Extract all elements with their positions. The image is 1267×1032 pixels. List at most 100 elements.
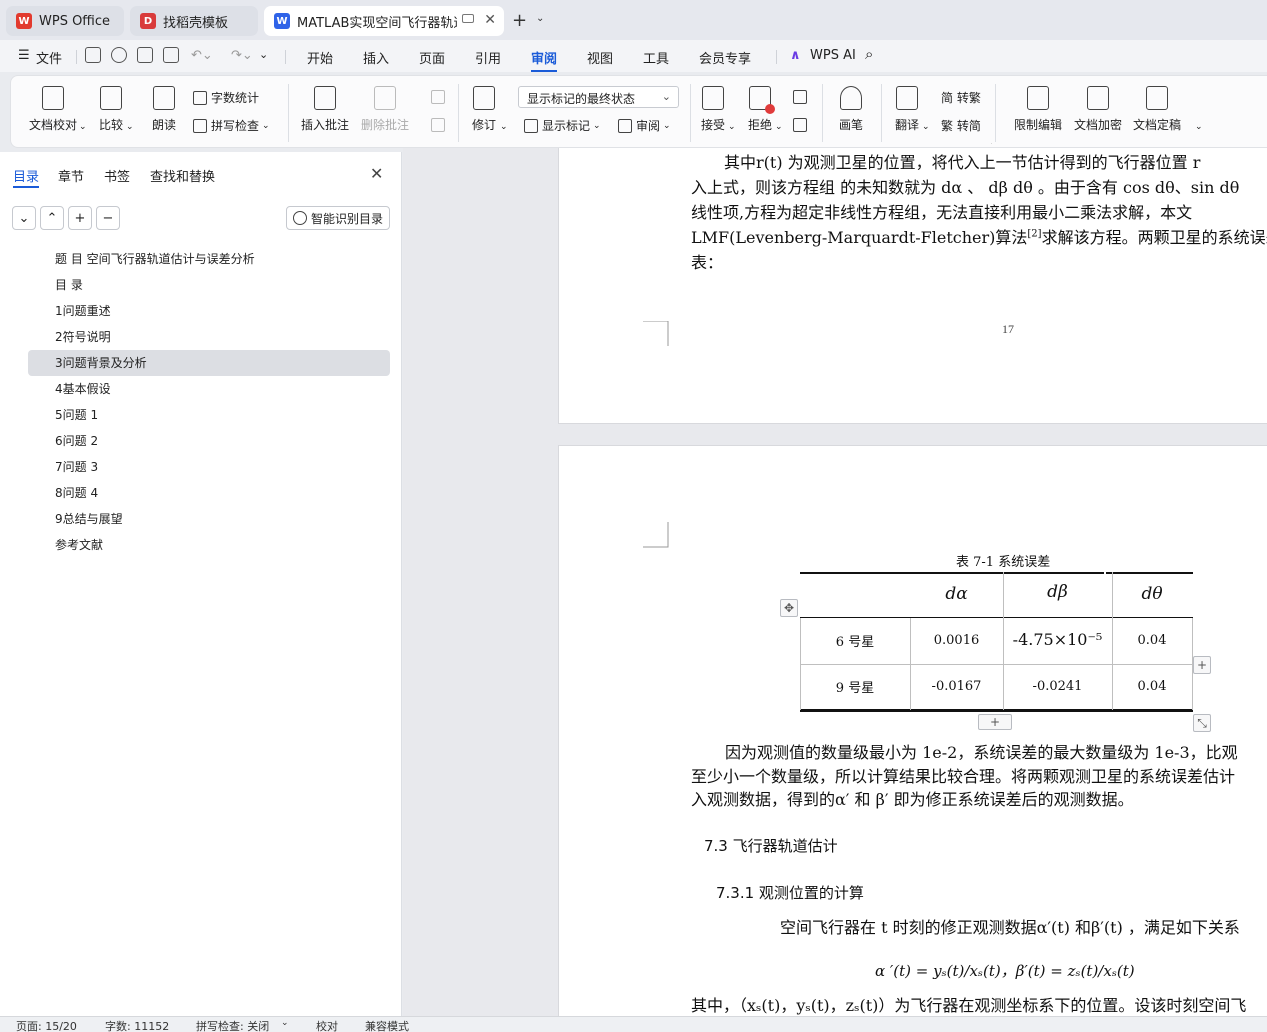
next-comment-icon[interactable] xyxy=(431,118,445,132)
table-cell: 0.04 xyxy=(1137,679,1167,694)
toc-item[interactable]: 1问题重述 xyxy=(28,298,390,324)
read-aloud-button[interactable]: 朗读 xyxy=(152,86,176,133)
toc-item[interactable]: 目 录 xyxy=(28,272,390,298)
print-icon[interactable] xyxy=(137,47,153,63)
spell-check-indicator[interactable]: 拼写检查: 关闭 xyxy=(196,1018,269,1032)
document-canvas[interactable]: 其中r(t) 为观测卫星的位置，将代入上一节估计得到的飞行器位置 r 入上式，则… xyxy=(403,148,1267,1016)
table-top-rule xyxy=(800,572,1104,574)
save-icon[interactable] xyxy=(85,47,101,63)
menu-file[interactable]: 文件 xyxy=(36,48,62,67)
spell-check-button[interactable]: 拼写检查 ⌄ xyxy=(193,117,270,134)
close-tab-icon[interactable]: ✕ xyxy=(484,12,496,28)
delete-comment-button[interactable]: 删除批注 xyxy=(361,86,409,133)
document-page[interactable]: 其中r(t) 为观测卫星的位置，将代入上一节估计得到的飞行器位置 r 入上式，则… xyxy=(558,148,1267,424)
chevron-down-icon[interactable]: ⌄ xyxy=(79,122,87,132)
move-up-button[interactable]: ⌃ xyxy=(40,206,64,230)
share-icon[interactable] xyxy=(111,47,127,63)
toc-item[interactable]: 9总结与展望 xyxy=(28,506,390,532)
add-row-handle[interactable]: + xyxy=(978,714,1012,730)
tab-find-replace[interactable]: 查找和替换 xyxy=(150,166,215,185)
menu-member[interactable]: 会员专享 xyxy=(699,48,751,67)
menu-wps-ai[interactable]: WPS AI xyxy=(810,48,856,63)
toc-item[interactable]: 题 目 空间飞行器轨道估计与误差分析 xyxy=(28,246,390,272)
tab-label: WPS Office xyxy=(39,13,111,29)
chevron-down-icon[interactable]: ⌄ xyxy=(1195,122,1203,132)
collapse-all-button[interactable]: ⌄ xyxy=(12,206,36,230)
search-icon[interactable]: ⌕ xyxy=(865,45,873,63)
table-resize-handle[interactable]: ⤡ xyxy=(1193,714,1211,732)
more-chevron-icon[interactable]: ⌄ xyxy=(259,48,268,61)
tab-toc[interactable]: 目录 xyxy=(13,166,39,185)
close-icon[interactable]: ✕ xyxy=(370,164,383,183)
monitor-icon[interactable] xyxy=(462,14,474,23)
menu-references[interactable]: 引用 xyxy=(475,48,501,67)
menu-view[interactable]: 视图 xyxy=(587,48,613,67)
print-preview-icon[interactable] xyxy=(163,47,179,63)
pen-button[interactable]: 画笔 xyxy=(839,86,863,133)
add-heading-button[interactable]: + xyxy=(68,206,92,230)
tab-chapters[interactable]: 章节 xyxy=(58,166,84,185)
remove-heading-button[interactable]: − xyxy=(96,206,120,230)
chevron-down-icon[interactable]: ⌄ xyxy=(728,122,736,132)
track-changes-label: 修订 xyxy=(472,118,497,132)
toc-item[interactable]: 参考文献 xyxy=(28,532,390,558)
read-aloud-label: 朗读 xyxy=(152,118,177,132)
accept-button[interactable]: 接受 xyxy=(701,86,725,133)
table-move-handle[interactable]: ✥ xyxy=(780,599,798,617)
navigation-pane: 目录 章节 书签 查找和替换 ✕ ⌄ ⌃ + − 智能识别目录 题 目 空间飞行… xyxy=(0,152,402,1016)
review-pane-button[interactable]: 审阅 ⌄ xyxy=(618,117,671,134)
chevron-down-icon[interactable]: ⌄ xyxy=(500,122,508,132)
tab-wps-office[interactable]: W WPS Office xyxy=(6,6,124,36)
next-change-icon[interactable] xyxy=(793,118,807,132)
reject-button[interactable]: 拒绝 xyxy=(748,86,775,133)
restrict-edit-button[interactable]: 限制编辑 xyxy=(1014,86,1062,133)
tab-current-document[interactable]: W MATLAB实现空间飞行器轨道 ✕ xyxy=(264,6,504,36)
redo-icon[interactable]: ↷⌄ xyxy=(231,48,253,63)
toc-item[interactable]: 8问题 4 xyxy=(28,480,390,506)
insert-comment-button[interactable]: 插入批注 xyxy=(301,86,349,133)
menu-review[interactable]: 审阅 xyxy=(531,48,557,67)
toc-item[interactable]: 2符号说明 xyxy=(28,324,390,350)
hamburger-icon[interactable]: ☰ xyxy=(18,48,30,63)
toc-item[interactable]: 7问题 3 xyxy=(28,454,390,480)
menu-home[interactable]: 开始 xyxy=(307,48,333,67)
page-indicator[interactable]: 页面: 15/20 xyxy=(16,1018,77,1032)
to-simplified-button[interactable]: 繁 转简 xyxy=(941,117,981,134)
tab-bookmarks[interactable]: 书签 xyxy=(104,166,130,185)
previous-comment-icon[interactable] xyxy=(431,90,445,104)
wps-ai-icon[interactable]: ∧ xyxy=(790,48,801,63)
chevron-down-icon[interactable]: ⌄ xyxy=(281,1018,289,1028)
to-traditional-button[interactable]: 简 转繁 xyxy=(941,89,981,106)
toc-item[interactable]: 5问题 1 xyxy=(28,402,390,428)
word-count-button[interactable]: 字数统计 xyxy=(193,89,259,106)
chevron-down-icon[interactable]: ⌄ xyxy=(126,122,134,132)
show-markup-button[interactable]: 显示标记 ⌄ xyxy=(524,117,601,134)
markup-mode-select[interactable]: 显示标记的最终状态 ⌄ xyxy=(518,86,679,108)
chevron-down-icon[interactable]: ⌄ xyxy=(775,122,783,132)
encrypt-button[interactable]: 文档加密 xyxy=(1074,86,1122,133)
proofread-indicator[interactable]: 校对 xyxy=(316,1018,338,1032)
track-changes-button[interactable]: 修订 xyxy=(472,86,496,133)
system-error-table[interactable]: dα dβ dθ 6 号星 0.0016 -4.75×10⁻⁵ 0.04 9 号… xyxy=(800,572,1193,713)
toc-item-selected[interactable]: 3问题背景及分析 xyxy=(28,350,390,376)
tab-docer-templates[interactable]: D 找稻壳模板 xyxy=(130,6,258,36)
chevron-down-icon[interactable]: ⌄ xyxy=(536,13,544,24)
smart-toc-button[interactable]: 智能识别目录 xyxy=(286,206,390,230)
toc-item[interactable]: 6问题 2 xyxy=(28,428,390,454)
menu-tools[interactable]: 工具 xyxy=(643,48,669,67)
compare-button[interactable]: 比较 xyxy=(99,86,123,133)
word-count-indicator[interactable]: 字数: 11152 xyxy=(105,1018,169,1032)
add-column-handle[interactable]: + xyxy=(1193,656,1211,674)
menu-page[interactable]: 页面 xyxy=(419,48,445,67)
previous-change-icon[interactable] xyxy=(793,90,807,104)
finalize-button[interactable]: 文档定稿 xyxy=(1133,86,1181,133)
menu-insert[interactable]: 插入 xyxy=(363,48,389,67)
restrict-edit-icon xyxy=(1027,86,1049,110)
proofread-button[interactable]: 文档校对 xyxy=(29,86,77,133)
chevron-down-icon[interactable]: ⌄ xyxy=(922,122,930,132)
new-tab-icon[interactable]: + xyxy=(512,10,527,31)
undo-icon[interactable]: ↶⌄ xyxy=(191,48,213,63)
translate-button[interactable]: 翻译 xyxy=(895,86,919,133)
document-page[interactable]: 表 7-1 系统误差 ✥ dα dβ dθ 6 号星 0.0016 -4.75×… xyxy=(558,445,1267,1016)
toc-item[interactable]: 4基本假设 xyxy=(28,376,390,402)
